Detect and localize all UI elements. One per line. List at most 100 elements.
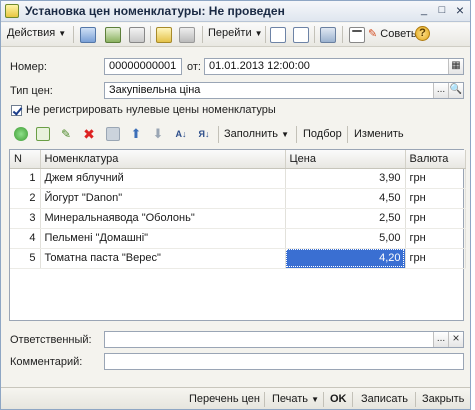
toolbar-divider — [323, 392, 324, 407]
copy-row-icon[interactable] — [36, 127, 50, 141]
row-number: 1 — [10, 168, 41, 189]
minimize-button[interactable]: _ — [416, 4, 432, 18]
comment-field[interactable] — [104, 353, 464, 370]
list-lines-icon — [352, 30, 362, 32]
column-header-n[interactable]: N — [10, 150, 41, 169]
date-field[interactable]: 01.01.2013 12:00:00 ▦ — [204, 58, 464, 75]
table-row[interactable]: 2 Йогурт "Danon" 4,50 грн — [10, 188, 466, 209]
toolbar-divider — [265, 26, 266, 43]
select-responsible-button[interactable]: ... — [433, 332, 448, 347]
goto-menu[interactable]: Перейти ▼ — [208, 27, 263, 39]
price-cell[interactable]: 2,50 — [285, 208, 406, 229]
currency-cell[interactable]: грн — [405, 168, 466, 189]
dropdown-arrow-icon: ▼ — [254, 29, 263, 38]
tips-button[interactable]: ✎ Советы — [368, 27, 419, 40]
change-button[interactable]: Изменить — [354, 128, 404, 140]
prices-table[interactable]: N Номенклатура Цена Валюта 1 Джем яблучн… — [9, 149, 466, 321]
price-list-button[interactable]: Перечень цен — [189, 393, 260, 405]
preview-icon[interactable] — [293, 27, 309, 43]
toolbar-divider — [296, 126, 297, 143]
dropdown-arrow-icon: ▼ — [58, 29, 67, 38]
item-name-cell[interactable]: Йогурт "Danon" — [40, 188, 286, 209]
goto-label: Перейти — [208, 27, 252, 39]
close-button[interactable]: Закрыть — [422, 393, 464, 405]
price-type-label: Тип цен: — [10, 85, 53, 97]
column-header-price[interactable]: Цена — [285, 150, 406, 169]
zero-prices-label: Не регистрировать нулевые цены номенклат… — [26, 104, 276, 116]
toolbar-divider — [202, 26, 203, 43]
toolbar-divider — [73, 26, 74, 43]
item-name-cell[interactable]: Пельмені "Домашні" — [40, 228, 286, 249]
row-number: 2 — [10, 188, 41, 209]
price-cell[interactable]: 5,00 — [285, 228, 406, 249]
bottom-command-bar: Перечень цен Печать ▼ OK Записать Закрыт… — [1, 387, 470, 409]
add-row-icon[interactable] — [14, 127, 28, 141]
price-type-value: Закупівельна ціна — [109, 84, 201, 96]
zero-prices-checkbox[interactable] — [11, 105, 22, 116]
sort-asc-icon[interactable]: A↓ — [174, 127, 188, 141]
print-menu[interactable]: Печать ▼ — [272, 393, 319, 405]
item-name-cell[interactable]: Томатна паста "Верес" — [40, 248, 286, 269]
responsible-field[interactable]: ... × — [104, 331, 464, 348]
move-down-icon[interactable]: ⬇ — [151, 127, 165, 141]
date-label: от: — [187, 61, 201, 73]
comment-label: Комментарий: — [10, 356, 83, 368]
window-title: Установка цен номенклатуры: Не проведен — [25, 4, 285, 18]
item-name-cell[interactable]: Джем яблучний — [40, 168, 286, 189]
toolbar-divider — [342, 26, 343, 43]
table-row[interactable]: 1 Джем яблучний 3,90 грн — [10, 168, 466, 189]
select-button[interactable]: Подбор — [303, 128, 342, 140]
currency-cell[interactable]: грн — [405, 228, 466, 249]
print-label: Печать — [272, 393, 309, 405]
price-type-field[interactable]: Закупівельна ціна ... 🔍 — [104, 82, 464, 99]
table-row-selected[interactable]: 5 Томатна паста "Верес" 4,20 грн — [10, 248, 466, 269]
toolbar-divider — [347, 126, 348, 143]
open-price-type-icon[interactable]: 🔍 — [448, 83, 463, 98]
column-header-item[interactable]: Номенклатура — [40, 150, 286, 169]
actions-menu[interactable]: Действия ▼ — [7, 27, 66, 39]
dropdown-arrow-icon: ▼ — [311, 395, 320, 404]
currency-cell[interactable]: грн — [405, 248, 466, 269]
clear-responsible-icon[interactable]: × — [448, 332, 463, 347]
number-field[interactable]: 00000000001 — [104, 58, 182, 75]
currency-cell[interactable]: грн — [405, 188, 466, 209]
item-name-cell[interactable]: Минеральнаявода "Оболонь" — [40, 208, 286, 229]
number-label: Номер: — [10, 61, 47, 73]
row-number: 3 — [10, 208, 41, 229]
post-icon[interactable] — [105, 27, 121, 43]
table-row[interactable]: 4 Пельмені "Домашні" 5,00 грн — [10, 228, 466, 249]
fill-menu[interactable]: Заполнить ▼ — [224, 128, 289, 140]
delete-row-icon[interactable]: ✖ — [82, 127, 96, 141]
column-header-currency[interactable]: Валюта — [405, 150, 466, 169]
save-button[interactable]: Записать — [361, 393, 408, 405]
close-window-button[interactable]: × — [452, 3, 468, 18]
maximize-button[interactable]: □ — [434, 4, 450, 18]
create-based-on-icon[interactable] — [156, 27, 172, 43]
document-report-icon[interactable] — [270, 27, 286, 43]
tips-label: Советы — [380, 28, 419, 40]
calendar-icon[interactable]: ▦ — [448, 59, 463, 74]
toolbar-divider — [352, 392, 353, 407]
price-cell[interactable]: 4,50 — [285, 188, 406, 209]
unpost-icon[interactable] — [129, 27, 145, 43]
post-and-close-icon[interactable] — [80, 27, 96, 43]
end-edit-icon[interactable] — [106, 127, 120, 141]
edit-row-icon[interactable]: ✎ — [59, 127, 73, 141]
move-up-icon[interactable]: ⬆ — [129, 127, 143, 141]
price-cell-selected[interactable]: 4,20 — [285, 248, 406, 269]
sort-desc-icon[interactable]: Я↓ — [197, 127, 211, 141]
table-row[interactable]: 3 Минеральнаявода "Оболонь" 2,50 грн — [10, 208, 466, 229]
fill-label: Заполнить — [224, 128, 279, 140]
ok-button[interactable]: OK — [330, 393, 347, 405]
row-number: 5 — [10, 248, 41, 269]
help-icon[interactable]: ? — [415, 26, 430, 41]
select-price-type-button[interactable]: ... — [433, 83, 448, 98]
price-cell[interactable]: 3,90 — [285, 168, 406, 189]
document-icon — [5, 4, 19, 18]
movements-icon[interactable] — [179, 27, 195, 43]
document-window: Установка цен номенклатуры: Не проведен … — [0, 0, 471, 410]
structure-icon[interactable] — [320, 27, 336, 43]
tips-icon: ✎ — [368, 28, 378, 40]
currency-cell[interactable]: грн — [405, 208, 466, 229]
toolbar-divider — [314, 26, 315, 43]
